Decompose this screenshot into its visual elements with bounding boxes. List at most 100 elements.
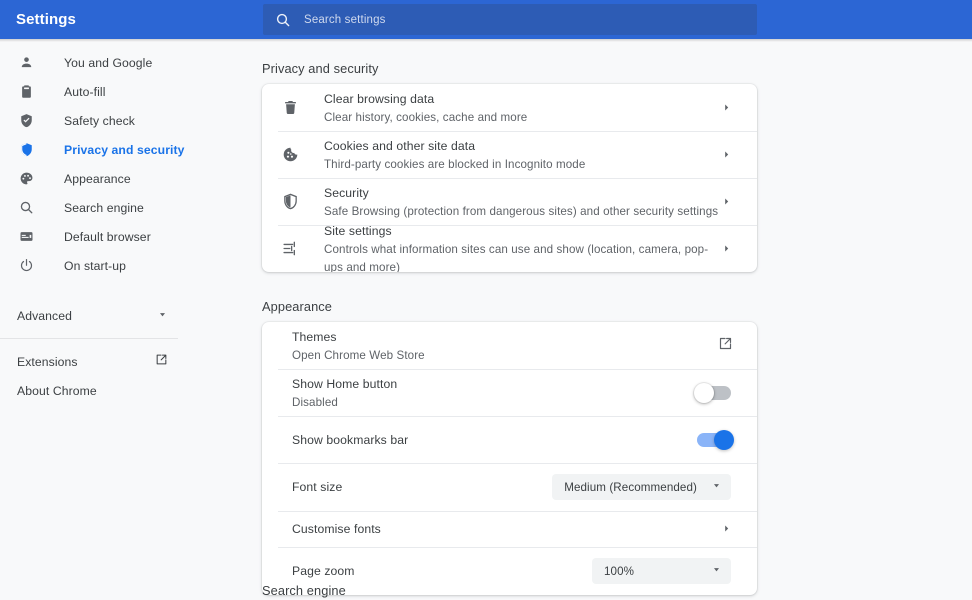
search-input[interactable]: Search settings	[263, 4, 757, 35]
browser-window-icon	[17, 227, 36, 246]
search-icon	[275, 12, 291, 28]
sidebar-item-search-engine[interactable]: Search engine	[0, 193, 232, 222]
main-content: Privacy and security Clear browsing data…	[232, 42, 972, 600]
sidebar-item-label: Auto-fill	[64, 84, 106, 99]
row-subtitle: Third-party cookies are blocked in Incog…	[324, 157, 586, 171]
row-text: Cookies and other site data Third-party …	[324, 137, 722, 173]
chevron-right-icon[interactable]	[722, 99, 731, 117]
row-title: Clear browsing data	[324, 91, 435, 106]
sidebar-item-extensions[interactable]: Extensions	[0, 347, 178, 376]
sidebar-item-label: Privacy and security	[64, 142, 185, 157]
row-title: Show bookmarks bar	[292, 432, 409, 447]
toggle-knob	[694, 382, 714, 403]
sidebar-footer-label: About Chrome	[17, 383, 97, 398]
row-subtitle: Open Chrome Web Store	[292, 348, 425, 362]
row-show-home-button[interactable]: Show Home button Disabled	[262, 369, 757, 416]
show-home-button-toggle[interactable]	[694, 382, 731, 403]
page-title: Settings	[16, 11, 76, 28]
page-zoom-value: 100%	[604, 564, 635, 578]
toggle-knob	[714, 429, 734, 450]
row-subtitle: Safe Browsing (protection from dangerous…	[324, 204, 719, 218]
sidebar-item-label: On start-up	[64, 258, 127, 273]
row-site-settings[interactable]: Site settings Controls what information …	[262, 222, 757, 273]
chevron-down-icon	[711, 478, 722, 496]
shield-icon	[17, 140, 36, 159]
row-clear-browsing-data[interactable]: Clear browsing data Clear history, cooki…	[262, 84, 757, 131]
row-subtitle: Clear history, cookies, cache and more	[324, 110, 528, 124]
row-text: Customise fonts	[292, 520, 722, 538]
font-size-select[interactable]: Medium (Recommended)	[552, 474, 731, 500]
row-text: Clear browsing data Clear history, cooki…	[324, 90, 722, 126]
sidebar-footer-label: Extensions	[17, 354, 78, 369]
chevron-right-icon[interactable]	[722, 520, 731, 538]
cookie-icon	[280, 145, 300, 165]
row-title: Customise fonts	[292, 522, 381, 536]
row-title: Font size	[292, 480, 343, 494]
chevron-right-icon[interactable]	[722, 146, 731, 164]
row-security[interactable]: Security Safe Browsing (protection from …	[262, 178, 757, 225]
sidebar-advanced-label: Advanced	[17, 308, 73, 323]
sidebar-item-on-start-up[interactable]: On start-up	[0, 251, 232, 280]
chevron-right-icon[interactable]	[722, 193, 731, 211]
row-title: Security	[324, 185, 369, 200]
top-bar: Settings Search settings	[0, 0, 972, 39]
row-text: Themes Open Chrome Web Store	[292, 328, 718, 364]
external-link-icon	[155, 353, 168, 371]
row-subtitle: Disabled	[292, 395, 338, 409]
row-text: Site settings Controls what information …	[324, 222, 722, 273]
row-subtitle: Controls what information sites can use …	[324, 242, 709, 273]
privacy-and-security-card: Clear browsing data Clear history, cooki…	[262, 84, 757, 272]
shield-check-icon	[17, 111, 36, 130]
trash-icon	[280, 98, 300, 118]
chevron-down-icon	[157, 307, 168, 325]
row-themes[interactable]: Themes Open Chrome Web Store	[262, 322, 757, 369]
search-placeholder: Search settings	[304, 13, 386, 26]
row-title: Site settings	[324, 223, 392, 238]
row-text: Show Home button Disabled	[292, 375, 697, 411]
sidebar-divider	[0, 338, 178, 339]
sidebar-item-auto-fill[interactable]: Auto-fill	[0, 77, 232, 106]
show-bookmarks-bar-toggle[interactable]	[697, 429, 734, 450]
row-cookies-and-other-site-data[interactable]: Cookies and other site data Third-party …	[262, 131, 757, 178]
row-text: Font size	[292, 478, 552, 496]
row-font-size[interactable]: Font size Medium (Recommended)	[262, 463, 757, 511]
sidebar-item-label: Default browser	[64, 229, 151, 244]
row-title: Cookies and other site data	[324, 138, 476, 153]
row-text: Security Safe Browsing (protection from …	[324, 184, 722, 220]
person-icon	[17, 53, 36, 72]
clipboard-icon	[17, 82, 36, 101]
section-heading-search-engine: Search engine	[262, 583, 346, 598]
power-icon	[17, 256, 36, 275]
tune-icon	[280, 239, 300, 259]
row-title: Themes	[292, 329, 337, 344]
row-customise-fonts[interactable]: Customise fonts	[262, 511, 757, 547]
appearance-card: Themes Open Chrome Web Store Show Home b…	[262, 322, 757, 595]
row-title: Page zoom	[292, 564, 355, 578]
sidebar-item-label: Search engine	[64, 200, 144, 215]
page-zoom-select[interactable]: 100%	[592, 558, 731, 584]
section-heading-privacy: Privacy and security	[262, 61, 379, 76]
row-title: Show Home button	[292, 376, 398, 391]
sidebar-item-label: Appearance	[64, 171, 131, 186]
font-size-value: Medium (Recommended)	[564, 480, 697, 494]
sidebar-item-advanced[interactable]: Advanced	[0, 301, 178, 330]
sidebar-item-privacy-and-security[interactable]: Privacy and security	[0, 135, 232, 164]
sidebar-item-you-and-google[interactable]: You and Google	[0, 48, 232, 77]
sidebar-item-label: Safety check	[64, 113, 135, 128]
section-heading-appearance: Appearance	[262, 299, 333, 314]
shield-icon	[280, 192, 300, 212]
chevron-down-icon	[711, 562, 722, 580]
palette-icon	[17, 169, 36, 188]
sidebar-item-about-chrome[interactable]: About Chrome	[0, 376, 178, 405]
external-link-icon[interactable]	[718, 336, 733, 356]
row-text: Page zoom	[292, 562, 592, 580]
chevron-right-icon[interactable]	[722, 240, 731, 258]
search-icon	[17, 198, 36, 217]
sidebar: You and Google Auto-fill Safety check Pr…	[0, 42, 232, 600]
sidebar-item-safety-check[interactable]: Safety check	[0, 106, 232, 135]
sidebar-item-appearance[interactable]: Appearance	[0, 164, 232, 193]
row-show-bookmarks-bar[interactable]: Show bookmarks bar	[262, 416, 757, 463]
sidebar-item-label: You and Google	[64, 55, 153, 70]
sidebar-item-default-browser[interactable]: Default browser	[0, 222, 232, 251]
row-text: Show bookmarks bar	[292, 431, 697, 449]
